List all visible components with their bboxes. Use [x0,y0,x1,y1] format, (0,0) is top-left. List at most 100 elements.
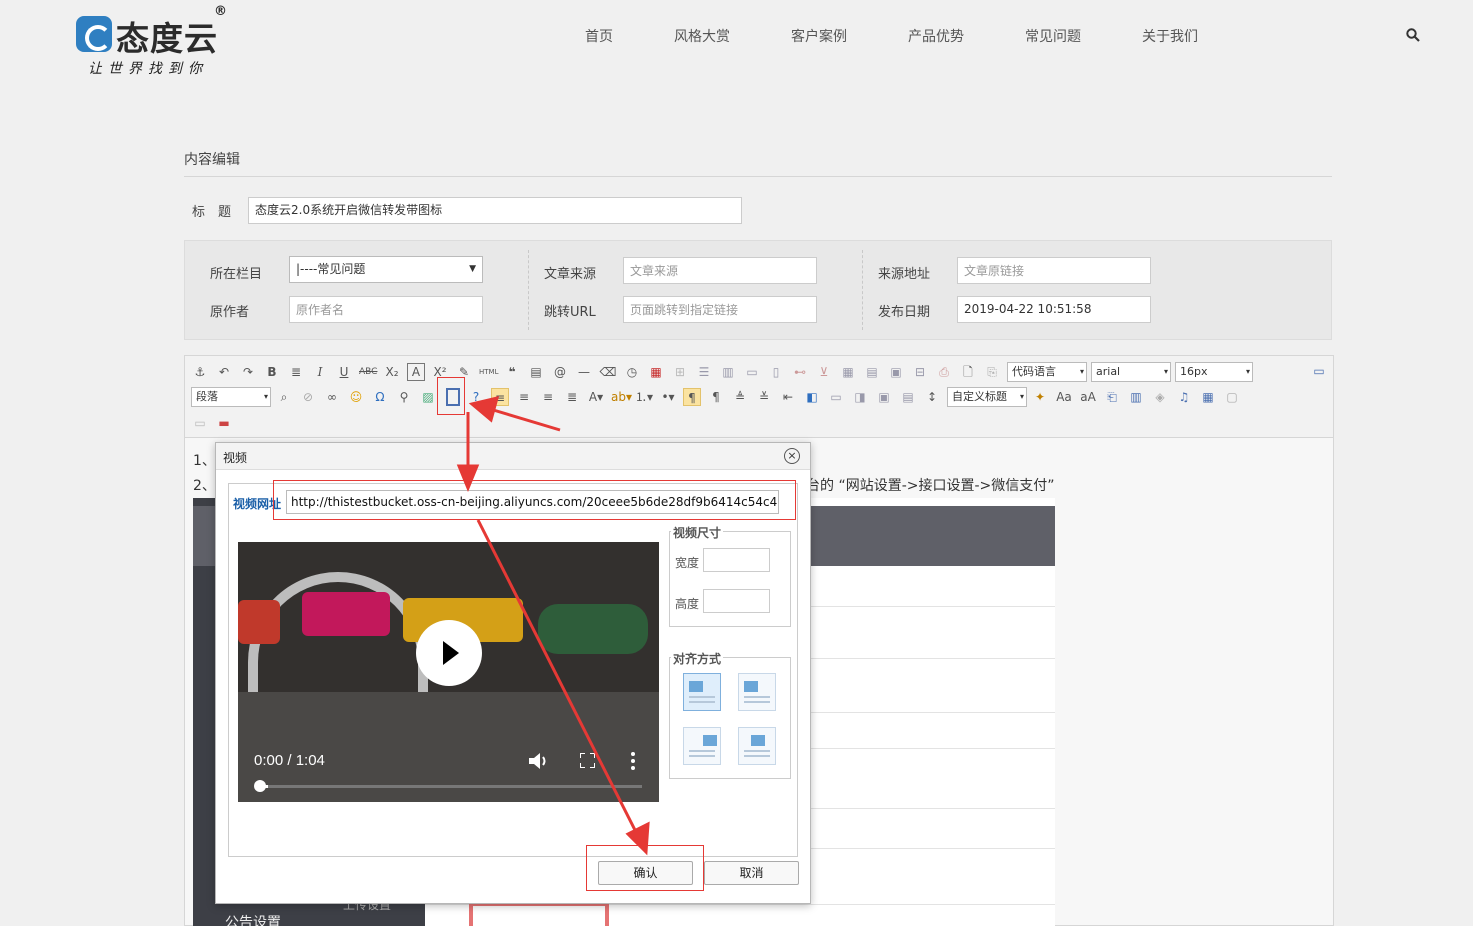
nav-item-styles[interactable]: 风格大赏 [674,26,730,46]
nav-item-cases[interactable]: 客户案例 [791,26,847,46]
indent-icon[interactable]: ≣ [287,363,305,381]
delete-col-icon[interactable]: ▯ [767,363,785,381]
play-button[interactable] [416,620,482,686]
image-icon[interactable]: ▨ [419,388,437,406]
video-preview-player[interactable]: 0:00 / 1:04 [238,542,659,802]
template-icon[interactable]: ▥ [1127,388,1145,406]
anchor-icon[interactable]: ⚓ [191,363,209,381]
font-color-icon[interactable]: A▾ [587,388,605,406]
help-icon[interactable]: ? [467,388,485,406]
time-icon[interactable]: ◷ [623,363,641,381]
date-icon[interactable]: ▦ [647,363,665,381]
quote-icon[interactable]: ❝ [503,363,521,381]
magic-wand-icon[interactable]: ✦ [1031,388,1049,406]
align-none-option[interactable] [683,673,721,711]
outdent-icon[interactable]: ⇤ [779,388,797,406]
bold-icon[interactable]: B [263,363,281,381]
height-input[interactable] [703,589,770,613]
draft-icon[interactable]: ▭ [191,414,209,432]
cell-prop-icon[interactable]: ▣ [887,363,905,381]
search-replace-icon[interactable]: ⌕ [275,388,293,406]
more-options-icon[interactable] [631,752,635,770]
unordered-list-icon[interactable]: •▾ [659,388,677,406]
delete-row-icon[interactable]: ▭ [743,363,761,381]
insert-row-icon[interactable]: ☰ [695,363,713,381]
video-progress-bar[interactable] [260,785,642,788]
search-icon[interactable] [1406,28,1420,42]
nav-item-home[interactable]: 首页 [585,26,613,46]
paste-icon[interactable]: ▤ [527,363,545,381]
html-icon[interactable]: HTML [479,363,498,381]
source-input[interactable] [623,257,817,284]
image-center-icon[interactable]: ▣ [875,388,893,406]
map-icon[interactable]: ◈ [1151,388,1169,406]
highlight-color-icon[interactable]: ab▾ [611,388,632,406]
table-prop-icon[interactable]: ▤ [863,363,881,381]
align-center-option[interactable] [738,727,776,765]
table-icon[interactable]: ▦ [839,363,857,381]
insert-table-icon[interactable]: ▦ [1199,388,1217,406]
image-none-icon[interactable]: ▭ [827,388,845,406]
link-icon[interactable]: ∞ [323,388,341,406]
split-cell-icon[interactable]: ⊻ [815,363,833,381]
preview-icon[interactable]: ▢ [1223,388,1241,406]
align-right-option[interactable] [683,727,721,765]
pagebreak-icon[interactable]: ⎘ [983,363,1001,381]
align-justify-icon[interactable]: ≣ [563,388,581,406]
redirect-input[interactable] [623,296,817,323]
align-right-icon[interactable]: ≡ [515,388,533,406]
special-char-icon[interactable]: Ω [371,388,389,406]
align-left-option[interactable] [738,673,776,711]
image-left-icon[interactable]: ◧ [803,388,821,406]
unlink-icon[interactable]: ⊘ [299,388,317,406]
split-icon[interactable]: ⊷ [791,363,809,381]
line-height-icon[interactable]: ↕ [923,388,941,406]
nav-item-faq[interactable]: 常见问题 [1025,26,1081,46]
row-spacing-bottom-icon[interactable]: ≚ [755,388,773,406]
undo-icon[interactable]: ↶ [215,363,233,381]
date-input[interactable]: 2019-04-22 10:51:58 [957,296,1151,323]
video-progress-knob[interactable] [254,780,266,792]
align-center-icon[interactable]: ≡ [539,388,557,406]
font-family-select[interactable]: arial ▾ [1091,362,1171,382]
image-block-icon[interactable]: ▤ [899,388,917,406]
merge-icon[interactable]: ⊞ [671,363,689,381]
page-icon[interactable]: 🗋 [959,363,977,381]
strikethrough-icon[interactable]: ABC [359,363,377,381]
column-select[interactable]: |----常见问题 ▼ [289,256,483,283]
width-input[interactable] [703,548,770,572]
find-icon[interactable]: ⚲ [395,388,413,406]
font-size-select[interactable]: 16px ▾ [1175,362,1253,382]
redo-icon[interactable]: ↷ [239,363,257,381]
insert-video-button[interactable] [437,377,465,415]
case-lower-icon[interactable]: aA [1079,388,1097,406]
fullscreen-icon[interactable]: ▭ [1310,362,1328,380]
source-url-input[interactable] [957,257,1151,284]
underline-icon[interactable]: U [335,363,353,381]
attachment-icon[interactable]: ⎗ [1103,388,1121,406]
fullscreen-toggle-icon[interactable] [580,753,595,768]
emoticon-icon[interactable]: ☺ [347,388,365,406]
rtl-icon[interactable]: ¶ [707,388,725,406]
music-icon[interactable]: ♫ [1175,388,1193,406]
ordered-list-icon[interactable]: ⒈▾ [635,388,653,406]
insert-col-icon[interactable]: ▥ [719,363,737,381]
at-icon[interactable]: @ [551,363,569,381]
author-input[interactable] [289,296,483,323]
custom-heading-select[interactable]: 自定义标题 ▾ [947,387,1027,407]
align-left-icon[interactable]: ≡ [491,388,509,406]
row-spacing-top-icon[interactable]: ≜ [731,388,749,406]
title-input[interactable]: 态度云2.0系统开启微信转发带图标 [248,197,742,224]
paragraph-select[interactable]: 段落 ▾ [191,387,271,407]
cancel-button[interactable]: 取消 [704,861,799,885]
code-language-select[interactable]: 代码语言 ▾ [1007,362,1087,382]
nav-item-advantages[interactable]: 产品优势 [908,26,964,46]
eraser-icon[interactable]: ⌫ [599,363,617,381]
image-right-icon[interactable]: ◨ [851,388,869,406]
subscript-icon[interactable]: X₂ [383,363,401,381]
font-border-icon[interactable]: A [407,363,425,381]
italic-icon[interactable]: I [311,363,329,381]
site-logo[interactable]: 态度云 ® 让世界找到你 [76,4,246,80]
scrawl-icon[interactable]: ▬ [215,414,233,432]
table-delete-icon[interactable]: ⊟ [911,363,929,381]
